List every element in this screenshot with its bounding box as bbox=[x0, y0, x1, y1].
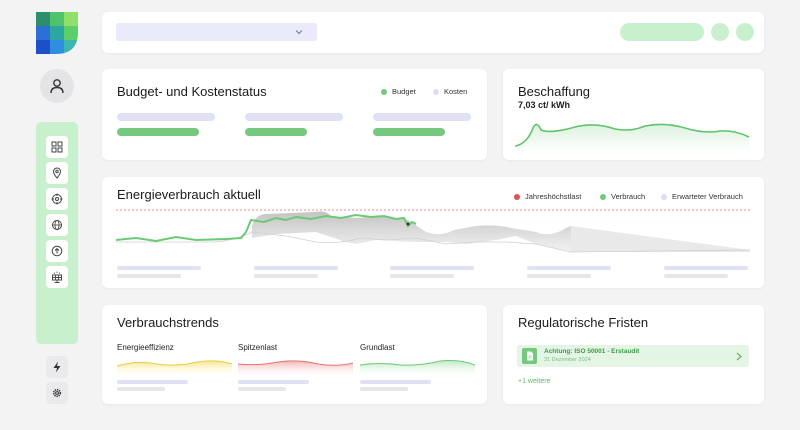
expected-band-end bbox=[571, 226, 750, 252]
axis-label-bar bbox=[254, 266, 338, 270]
cost-bar bbox=[245, 113, 343, 121]
deadlines-title: Regulatorische Fristen bbox=[518, 315, 649, 330]
axis-label-bar bbox=[254, 274, 318, 278]
sidebar-item-location[interactable] bbox=[46, 162, 68, 184]
target-icon bbox=[51, 193, 63, 205]
trend-detail-bar bbox=[117, 387, 165, 391]
lightning-icon bbox=[53, 361, 61, 373]
trend-detail-bar bbox=[360, 387, 408, 391]
axis-label-bar bbox=[117, 274, 181, 278]
sidebar-item-dashboard[interactable] bbox=[46, 136, 68, 158]
location-icon bbox=[52, 167, 62, 179]
trend-detail-bar bbox=[238, 387, 286, 391]
trend-label-peak: Spitzenlast bbox=[238, 343, 278, 352]
user-icon bbox=[50, 79, 64, 94]
procurement-title: Beschaffung bbox=[518, 84, 591, 99]
notification-button[interactable] bbox=[711, 23, 729, 41]
budget-bar bbox=[245, 128, 307, 136]
sidebar-item-settings[interactable] bbox=[46, 382, 68, 404]
profile-button[interactable] bbox=[736, 23, 754, 41]
cost-bar bbox=[117, 113, 215, 121]
energy-title: Energieverbrauch aktuell bbox=[117, 187, 261, 202]
axis-label-bar bbox=[527, 274, 591, 278]
globe-icon bbox=[52, 220, 62, 230]
settings-icon bbox=[52, 388, 62, 398]
chevron-down-icon bbox=[295, 30, 303, 35]
trend-detail-bar bbox=[238, 380, 309, 384]
budget-bar bbox=[373, 128, 445, 136]
more-deadlines-link[interactable]: +1 weitere bbox=[518, 378, 551, 385]
axis-label-bar bbox=[390, 266, 474, 270]
budget-bar bbox=[117, 128, 199, 136]
trend-label-base: Grundlast bbox=[360, 343, 395, 352]
efficiency-sparkline[interactable] bbox=[117, 356, 232, 374]
leaf-logo-icon bbox=[36, 12, 78, 54]
axis-label-bar bbox=[527, 266, 611, 270]
deadline-title: Achtung: ISO 50001 - Erstaudit bbox=[544, 348, 640, 355]
axis-label-bar bbox=[664, 274, 728, 278]
deadline-item[interactable]: Achtung: ISO 50001 - Erstaudit 31 Dezemb… bbox=[517, 345, 749, 367]
upload-icon bbox=[51, 245, 63, 257]
trend-detail-bar bbox=[117, 380, 188, 384]
trend-detail-bar bbox=[360, 380, 431, 384]
sidebar-item-solar[interactable] bbox=[46, 266, 68, 288]
axis-label-bar bbox=[664, 266, 748, 270]
solar-panel-icon bbox=[52, 271, 62, 283]
axis-label-bar bbox=[390, 274, 454, 278]
peak-load-legend-item: Jahreshöchstlast bbox=[514, 192, 581, 201]
peak-sparkline[interactable] bbox=[238, 356, 353, 374]
chevron-right-icon bbox=[736, 352, 742, 361]
sidebar-item-upload[interactable] bbox=[46, 240, 68, 262]
procurement-price: 7,03 ct/ kWh bbox=[518, 100, 571, 110]
sidebar-item-target[interactable] bbox=[46, 188, 68, 210]
user-avatar[interactable] bbox=[40, 69, 74, 103]
document-icon bbox=[522, 348, 537, 364]
budget-legend-item: Budget bbox=[381, 87, 416, 96]
trend-label-efficiency: Energieeffizienz bbox=[117, 343, 174, 352]
procurement-sparkline bbox=[515, 123, 750, 152]
costs-legend-item: Kosten bbox=[433, 87, 467, 96]
base-load-sparkline[interactable] bbox=[360, 356, 475, 374]
cost-bar bbox=[373, 113, 471, 121]
site-select[interactable] bbox=[116, 23, 317, 41]
consumption-legend-item: Verbrauch bbox=[600, 192, 645, 201]
dashboard-icon bbox=[51, 141, 63, 153]
trends-title: Verbrauchstrends bbox=[117, 315, 219, 330]
app-logo[interactable] bbox=[36, 12, 78, 54]
axis-label-bar bbox=[117, 266, 201, 270]
sidebar-item-globe[interactable] bbox=[46, 214, 68, 236]
budget-title: Budget- und Kostenstatus bbox=[117, 84, 267, 99]
energy-chart bbox=[116, 209, 750, 253]
deadline-date: 31 Dezember 2024 bbox=[544, 357, 591, 363]
sidebar-item-energy[interactable] bbox=[46, 356, 68, 378]
action-button[interactable] bbox=[620, 23, 704, 41]
expected-legend-item: Erwarteter Verbrauch bbox=[661, 192, 743, 201]
